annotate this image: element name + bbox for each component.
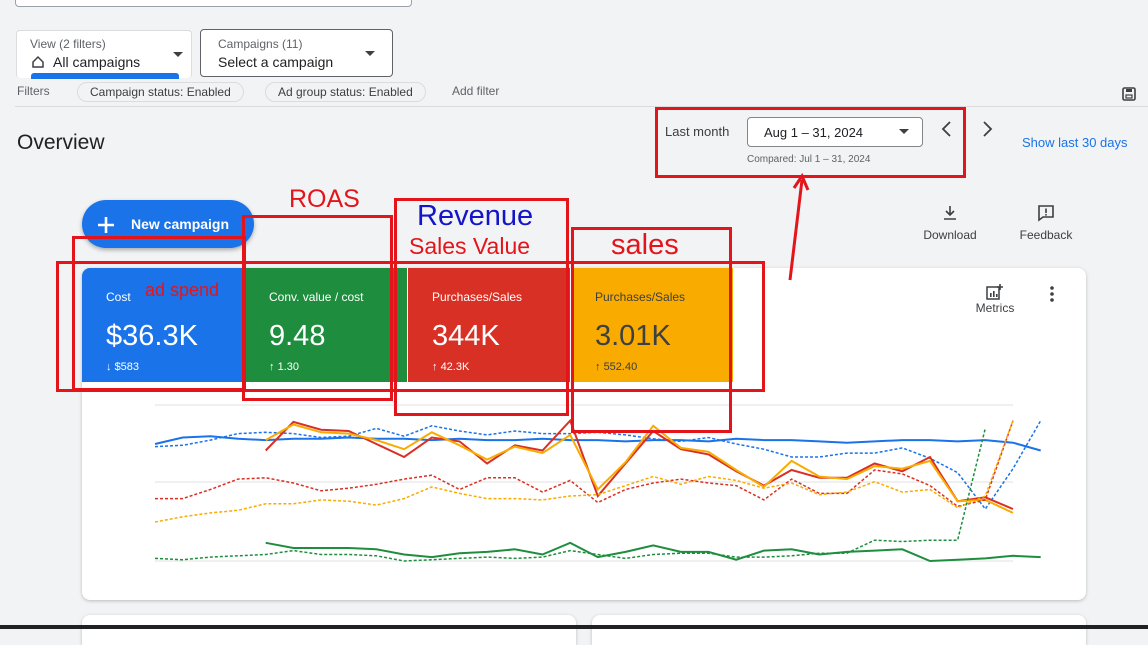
show-last-30-days-link[interactable]: Show last 30 days — [1022, 135, 1128, 150]
home-icon — [32, 55, 44, 68]
annotation-revenue: Revenue — [417, 200, 534, 232]
annotation-ad-spend: ad spend — [145, 280, 220, 300]
campaigns-dropdown-value: Select a campaign — [218, 54, 334, 70]
metrics-label: Metrics — [975, 301, 1015, 315]
filter-chip-ad-group-status[interactable]: Ad group status: Enabled — [265, 82, 426, 102]
campaigns-dropdown-caption: Campaigns (11) — [218, 37, 303, 51]
filters-divider — [15, 106, 1148, 107]
campaigns-dropdown[interactable]: Campaigns (11) Select a campaign — [200, 29, 393, 77]
annotation-roas: ROAS — [289, 185, 360, 213]
add-filter-link[interactable]: Add filter — [452, 84, 499, 98]
save-icon[interactable] — [1121, 86, 1137, 102]
window-bottom-edge — [0, 625, 1148, 629]
chevron-down-icon — [365, 51, 375, 56]
view-dropdown-underline — [31, 73, 179, 79]
feedback-icon — [1038, 205, 1054, 222]
secondary-card-left — [82, 615, 576, 645]
annotation-sales-value: Sales Value — [409, 233, 531, 259]
feedback-button[interactable]: Feedback — [1012, 204, 1080, 242]
chart-series-line — [154, 435, 1041, 452]
chart-series-line — [264, 418, 1014, 510]
filter-chip-campaign-status[interactable]: Campaign status: Enabled — [77, 82, 244, 102]
secondary-card-right — [592, 615, 1086, 645]
page-title: Overview — [17, 131, 105, 154]
view-dropdown-caption: View (2 filters) — [30, 37, 106, 51]
chevron-right-icon[interactable] — [980, 120, 994, 138]
download-label: Download — [923, 228, 977, 242]
download-icon — [944, 206, 956, 220]
chart-series-line — [265, 423, 1014, 514]
metrics-chart-icon — [986, 284, 1003, 300]
chart-series-line — [265, 541, 1041, 563]
search-box-partial[interactable] — [15, 0, 412, 7]
download-button[interactable]: Download — [916, 204, 984, 242]
annotation-arrow — [788, 172, 810, 281]
chevron-down-icon — [173, 52, 183, 57]
metrics-button[interactable]: Metrics — [962, 284, 1028, 315]
view-dropdown[interactable]: View (2 filters) All campaigns — [16, 30, 192, 79]
chart-series-line — [154, 428, 987, 562]
view-dropdown-value: All campaigns — [53, 54, 141, 70]
feedback-label: Feedback — [1019, 228, 1073, 242]
filters-label: Filters — [17, 84, 50, 98]
annotation-box-roas — [242, 215, 393, 401]
more-vert-icon[interactable] — [1046, 284, 1058, 304]
plus-icon — [98, 217, 114, 233]
annotation-box-date — [655, 107, 966, 178]
annotation-sales: sales — [611, 229, 679, 261]
new-campaign-label: New campaign — [131, 216, 230, 232]
